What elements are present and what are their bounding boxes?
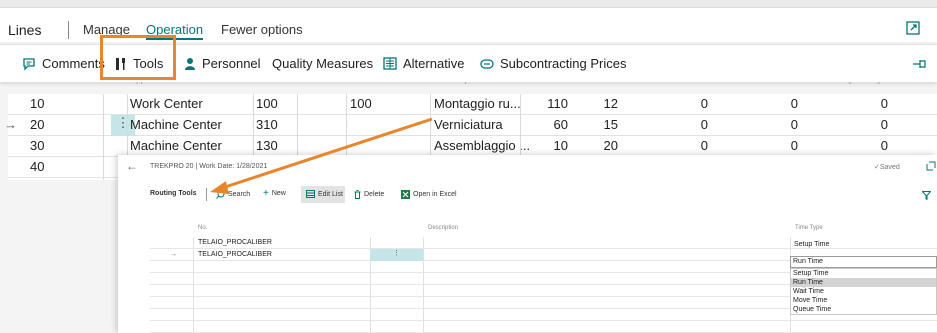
edit-list-icon (306, 190, 315, 198)
description[interactable]: Montaggio ru... (434, 96, 521, 111)
personnel-label: Personnel (202, 56, 261, 71)
option-wait-time[interactable]: Wait Time (791, 287, 936, 296)
type[interactable]: Work Center (130, 96, 203, 111)
description[interactable]: Assemblaggio ... (434, 138, 530, 153)
row-arrow-icon: → (4, 117, 17, 132)
search-label: Search (228, 191, 251, 198)
tool-no[interactable]: TELAIO_PROCALIBER (198, 251, 272, 258)
wait-time[interactable]: 0 (698, 138, 708, 153)
trash-icon (354, 190, 361, 199)
filter-icon[interactable] (922, 191, 931, 200)
comments-label: Comments (42, 56, 105, 71)
title-separator (206, 188, 207, 201)
no[interactable]: 310 (256, 117, 278, 132)
code[interactable]: 100 (350, 96, 372, 111)
quality-measures-label: Quality Measures (272, 56, 374, 71)
option-move-time[interactable]: Move Time (791, 296, 936, 305)
operation-no[interactable]: 40 (30, 159, 44, 174)
expand-icon[interactable] (906, 21, 920, 35)
operation-no[interactable]: 30 (30, 138, 44, 153)
search-icon (216, 190, 225, 199)
move-time[interactable]: 0 (788, 117, 798, 132)
col-header-description: Description (428, 225, 459, 231)
wait-time[interactable]: 0 (698, 117, 708, 132)
row-arrow-icon: → (170, 251, 177, 258)
grid-divider (103, 94, 104, 180)
type[interactable]: Machine Center (130, 117, 222, 132)
search-action[interactable]: Search (216, 190, 250, 199)
col-header-no: No. (198, 225, 208, 231)
table-row[interactable]: → 20 ⋮ Machine Center 310 Verniciatura 6… (4, 115, 937, 136)
move-time[interactable]: 0 (788, 138, 798, 153)
routing-tools-title: Routing Tools (150, 190, 197, 197)
no[interactable]: 100 (256, 96, 278, 111)
breadcrumb: TREKPRO 20 | Work Date: 1/28/2021 (150, 163, 268, 170)
routing-tools-page: ← TREKPRO 20 | Work Date: 1/28/2021 ✓Sav… (118, 155, 937, 333)
setup-time[interactable]: 110 (538, 96, 568, 111)
option-run-time[interactable]: Run Time (791, 278, 936, 287)
no[interactable]: 130 (256, 138, 278, 153)
operation-no[interactable]: 20 (30, 117, 44, 132)
option-queue-time[interactable]: Queue Time (791, 305, 936, 314)
top-strip (0, 0, 937, 8)
tools-highlight-box (100, 35, 176, 80)
saved-status: ✓Saved (874, 164, 900, 171)
comments-action[interactable]: Comments (22, 56, 105, 71)
time-type-value[interactable]: Setup Time (794, 241, 829, 248)
quantity[interactable]: 0 (878, 117, 888, 132)
subcontracting-icon (480, 58, 494, 69)
option-setup-time[interactable]: Setup Time (791, 269, 936, 278)
description[interactable]: Verniciatura (434, 117, 503, 132)
personnel-action[interactable]: Personnel (184, 56, 261, 71)
open-in-excel-label: Open in Excel (413, 191, 457, 198)
type[interactable]: Machine Center (130, 138, 222, 153)
tool-no[interactable]: TELAIO_PROCALIBER (198, 239, 272, 246)
comment-icon (23, 57, 35, 71)
delete-action[interactable]: Delete (354, 190, 384, 199)
page-title: Lines (8, 22, 42, 38)
setup-time[interactable]: 60 (538, 117, 568, 132)
table-row[interactable] (150, 321, 937, 333)
delete-label: Delete (364, 191, 385, 198)
quality-measures-action[interactable]: Quality Measures (272, 56, 373, 71)
open-in-excel-action[interactable]: Open in Excel (401, 190, 457, 199)
nested-action-bar: Routing Tools Search + New Edit List Del… (118, 185, 937, 205)
edit-list-label: Edit List (318, 190, 343, 198)
alternative-action[interactable]: Alternative (383, 56, 464, 71)
excel-icon (401, 190, 410, 199)
run-time[interactable]: 15 (593, 117, 618, 132)
col-header-time-type: Time Type (795, 225, 823, 231)
person-icon (185, 57, 195, 70)
table-row[interactable]: 10 Work Center 100 100 Montaggio ru... 1… (8, 94, 937, 115)
plus-icon: + (263, 188, 269, 199)
operation-no[interactable]: 10 (30, 96, 44, 111)
menu-fewer-options[interactable]: Fewer options (221, 22, 303, 37)
time-type-select[interactable]: Run Time (790, 256, 937, 268)
open-new-window-icon[interactable] (926, 161, 936, 171)
alternative-label: Alternative (403, 56, 465, 71)
row-actions-button[interactable]: ⋮ (370, 249, 423, 261)
subcontracting-prices-label: Subcontracting Prices (500, 56, 627, 71)
edit-list-action[interactable]: Edit List (306, 190, 343, 198)
table-row[interactable]: 30 Machine Center 130 Assemblaggio ... 1… (8, 136, 937, 157)
time-type-dropdown: Setup Time Run Time Wait Time Move Time … (790, 268, 937, 315)
setup-time[interactable]: 10 (538, 138, 568, 153)
pin-icon[interactable] (912, 58, 928, 70)
quantity[interactable]: 0 (878, 96, 888, 111)
new-action[interactable]: + New (263, 188, 286, 199)
wait-time[interactable]: 0 (698, 96, 708, 111)
subcontracting-prices-action[interactable]: Subcontracting Prices (480, 56, 626, 71)
new-label: New (271, 190, 286, 197)
run-time[interactable]: 20 (593, 138, 618, 153)
back-arrow-icon[interactable]: ← (126, 159, 138, 173)
nested-header: ← TREKPRO 20 | Work Date: 1/28/2021 ✓Sav… (118, 155, 937, 179)
move-time[interactable]: 0 (788, 96, 798, 111)
header-separator (68, 21, 69, 39)
run-time[interactable]: 12 (593, 96, 618, 111)
alternative-icon (383, 57, 397, 70)
quantity[interactable]: 0 (878, 138, 888, 153)
